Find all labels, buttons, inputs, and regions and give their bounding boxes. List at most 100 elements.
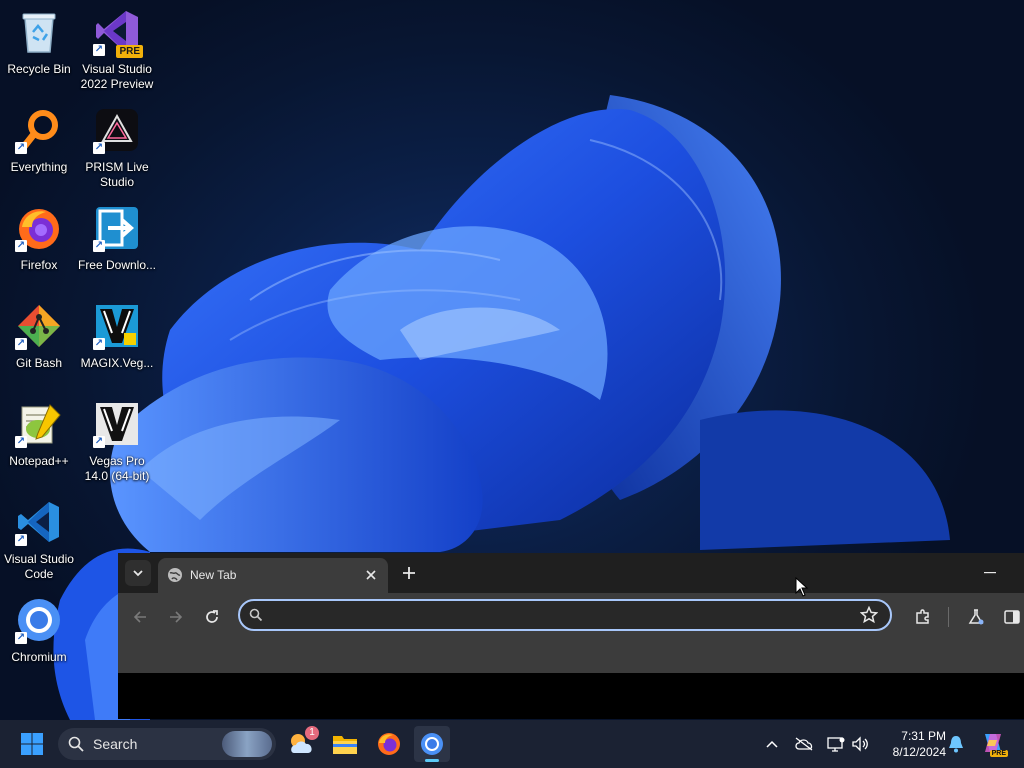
tab-close-button[interactable]: [362, 566, 380, 584]
forward-button[interactable]: [164, 605, 188, 629]
taskbar-file-explorer[interactable]: [327, 726, 363, 762]
taskbar-search[interactable]: Search: [58, 728, 276, 760]
desktop-icon-free-download-manager[interactable]: ↗ Free Downlo...: [77, 200, 157, 292]
desktop-icon-label: Vegas Pro 14.0 (64-bit): [84, 454, 150, 483]
active-app-indicator: [425, 759, 439, 762]
onedrive-status[interactable]: [794, 734, 814, 754]
shortcut-arrow-icon: ↗: [93, 338, 105, 350]
shortcut-arrow-icon: ↗: [93, 44, 105, 56]
desktop-icon-git-bash[interactable]: ↗ Git Bash: [1, 298, 77, 390]
address-input[interactable]: [274, 606, 838, 626]
reload-icon: [206, 610, 218, 623]
globe-icon: [168, 568, 182, 582]
shortcut-arrow-icon: ↗: [93, 240, 105, 252]
bell-icon: [949, 736, 963, 753]
firefox-icon: ↗: [15, 204, 63, 252]
plus-icon: [403, 567, 415, 579]
start-button[interactable]: [14, 726, 50, 762]
git-bash-icon: ↗: [15, 302, 63, 350]
tab-search-button[interactable]: [125, 560, 151, 586]
clock-date: 8/12/2024: [892, 745, 946, 759]
tab-new-tab[interactable]: New Tab: [158, 558, 388, 593]
desktop-icon-label: Visual Studio Code: [4, 552, 74, 581]
show-hidden-icons-button[interactable]: [762, 734, 782, 754]
chevron-down-icon: [133, 570, 143, 577]
browser-toolbar: [118, 593, 1024, 673]
notepad-plus-plus-icon: ↗: [15, 400, 63, 448]
shortcut-arrow-icon: ↗: [15, 436, 27, 448]
desktop-icon-label: Chromium: [11, 650, 67, 664]
shortcut-arrow-icon: ↗: [15, 338, 27, 350]
cloud-off-icon: [795, 737, 813, 751]
desktop-icon-visual-studio-preview[interactable]: ↗ PRE Visual Studio 2022 Preview: [79, 4, 155, 96]
taskbar-firefox[interactable]: [371, 726, 407, 762]
desktop-icon-recycle-bin[interactable]: Recycle Bin: [1, 4, 77, 96]
network-status[interactable]: [826, 734, 846, 754]
desktop-icon-label: Free Downlo...: [77, 258, 157, 272]
desktop-icon-label: Recycle Bin: [7, 62, 71, 76]
magix-vegas-icon: ↗: [93, 302, 141, 350]
shortcut-arrow-icon: ↗: [15, 632, 27, 644]
address-bar[interactable]: [238, 599, 892, 631]
vegas-pro-icon: ↗: [93, 400, 141, 448]
search-highlight-icon: [222, 731, 272, 757]
clock-time: 7:31 PM: [901, 729, 946, 743]
everything-search-icon: ↗: [15, 106, 63, 154]
desktop-icon-vscode[interactable]: ↗ Visual Studio Code: [1, 494, 77, 586]
shortcut-arrow-icon: ↗: [15, 142, 27, 154]
visual-studio-preview-icon: ↗ PRE: [93, 8, 143, 58]
vscode-icon: ↗: [15, 498, 63, 546]
extensions-button[interactable]: [911, 605, 935, 629]
file-explorer-icon: [333, 736, 357, 754]
prism-live-studio-icon: ↗: [93, 106, 141, 154]
close-icon: [366, 570, 376, 580]
chromium-icon: ↗: [15, 596, 63, 644]
copilot-button[interactable]: PRE: [980, 730, 1008, 757]
bookmark-star-button[interactable]: [859, 605, 879, 629]
desktop-icon-label: Notepad++: [9, 454, 69, 468]
arrow-left-icon: [133, 611, 146, 623]
mouse-cursor-icon: [795, 577, 809, 597]
side-panel-button[interactable]: [1000, 605, 1024, 629]
new-tab-button[interactable]: [398, 562, 420, 584]
firefox-icon: [378, 733, 400, 755]
taskbar: Search 1 7:31 PM 8/12/2024 PRE: [0, 720, 1024, 768]
reload-button[interactable]: [200, 605, 224, 629]
shortcut-arrow-icon: ↗: [15, 240, 27, 252]
labs-button[interactable]: [964, 605, 988, 629]
free-download-manager-icon: ↗: [93, 204, 141, 252]
desktop-icon-label: MAGIX.Veg...: [80, 356, 154, 370]
taskbar-widgets[interactable]: 1: [284, 726, 320, 762]
chromium-icon: [421, 733, 443, 755]
desktop-icon-prism-live-studio[interactable]: ↗ PRISM Live Studio: [79, 102, 155, 194]
desktop-icon-everything[interactable]: ↗ Everything: [1, 102, 77, 194]
chevron-up-icon: [766, 740, 778, 748]
desktop-icon-magix-vegas[interactable]: ↗ MAGIX.Veg...: [79, 298, 155, 390]
desktop-icon-label: PRISM Live Studio: [85, 160, 149, 189]
search-icon: [68, 736, 84, 752]
arrow-right-icon: [170, 611, 183, 623]
clock[interactable]: 7:31 PM 8/12/2024: [878, 728, 946, 760]
taskbar-chromium[interactable]: [414, 726, 450, 762]
recycle-bin-icon: [15, 8, 63, 56]
network-icon: [827, 737, 845, 752]
desktop-icon-label: Everything: [10, 160, 68, 174]
desktop-icon-firefox[interactable]: ↗ Firefox: [1, 200, 77, 292]
browser-window: New Tab: [118, 553, 1024, 719]
side-panel-icon: [1004, 610, 1020, 624]
desktop-icon-notepad-plus-plus[interactable]: ↗ Notepad++: [1, 396, 77, 488]
minimize-button[interactable]: [978, 562, 1002, 584]
shortcut-arrow-icon: ↗: [93, 142, 105, 154]
shortcut-arrow-icon: ↗: [15, 534, 27, 546]
notification-badge: 1: [305, 726, 319, 740]
desktop-icon-vegas-pro[interactable]: ↗ Vegas Pro 14.0 (64-bit): [79, 396, 155, 488]
desktop-icon-label: Firefox: [20, 258, 58, 272]
minimize-icon: [984, 572, 996, 574]
notifications-button[interactable]: [946, 734, 966, 754]
tab-title: New Tab: [190, 568, 237, 582]
volume-control[interactable]: [850, 734, 870, 754]
search-label: Search: [93, 736, 138, 752]
windows-logo-icon: [21, 733, 43, 755]
back-button[interactable]: [128, 605, 152, 629]
desktop-icon-chromium[interactable]: ↗ Chromium: [1, 592, 77, 684]
